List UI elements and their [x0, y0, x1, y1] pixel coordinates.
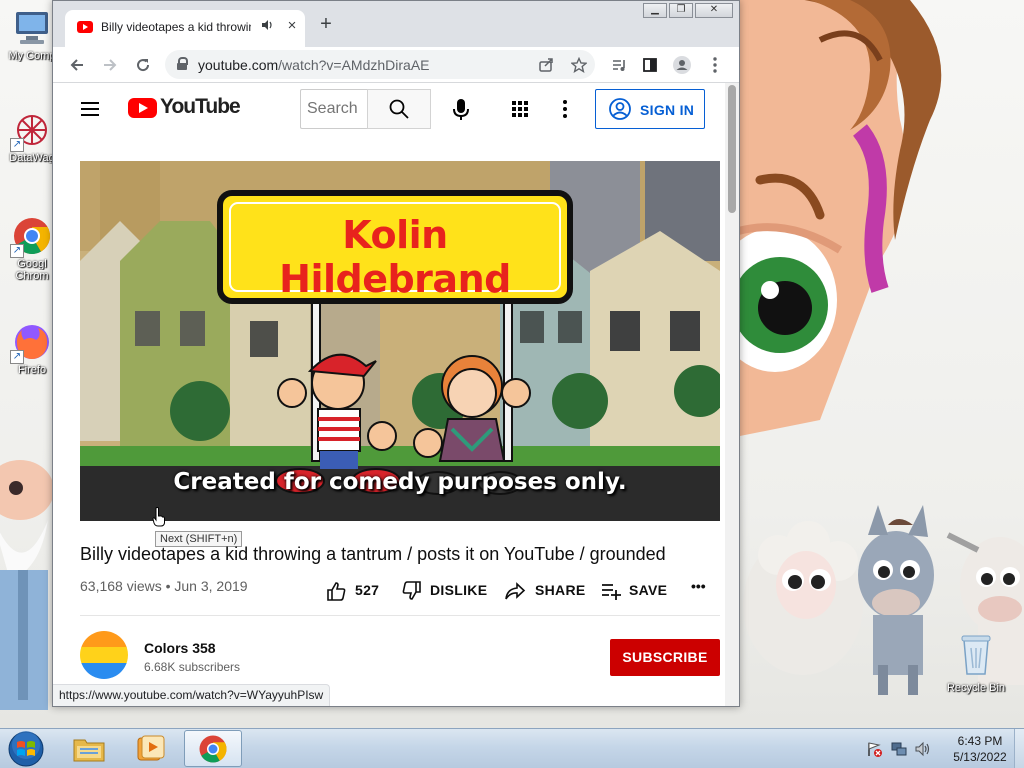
link-status-bubble: https://www.youtube.com/watch?v=WYayyuhP…	[53, 684, 331, 706]
taskbar-explorer-button[interactable]	[60, 730, 118, 767]
scrollbar-thumb[interactable]	[728, 85, 736, 213]
chrome-icon: ↗	[10, 216, 52, 258]
url-host: youtube.com	[198, 57, 279, 73]
audio-playing-icon[interactable]	[261, 19, 273, 34]
dislike-button[interactable]: DISLIKE	[401, 580, 491, 600]
youtube-favicon-icon	[77, 21, 93, 33]
like-count: 527	[355, 582, 380, 598]
minimize-button[interactable]: ▁	[643, 3, 667, 18]
voice-search-button[interactable]	[445, 93, 477, 125]
browser-toolbar: youtube.com/watch?v=AMdzhDiraAE	[53, 47, 739, 83]
chrome-menu-icon[interactable]	[703, 53, 727, 77]
start-button[interactable]	[6, 730, 46, 768]
share-label: SHARE	[535, 582, 586, 598]
profile-avatar-icon[interactable]	[670, 53, 694, 77]
page-scrollbar[interactable]	[725, 83, 739, 706]
tab-strip: Billy videotapes a kid throwing a tantru…	[53, 1, 739, 47]
wallpaper-cartoon-girl	[713, 0, 942, 440]
thumbs-down-icon	[402, 581, 421, 600]
windows-orb-icon	[8, 731, 44, 767]
taskbar: 6:43 PM 5/13/2022	[0, 728, 1024, 768]
subscriber-count: 6.68K subscribers	[144, 660, 241, 674]
search-icon	[389, 99, 409, 119]
chrome-icon	[199, 735, 227, 763]
shortcut-arrow-icon: ↗	[10, 350, 24, 364]
share-arrow-icon	[505, 582, 526, 600]
thumbs-up-icon	[327, 582, 346, 601]
action-center-flag-icon[interactable]	[866, 741, 882, 757]
video-views-date: 63,168 views • Jun 3, 2019	[80, 578, 248, 594]
microphone-icon	[453, 99, 469, 120]
url-text: youtube.com/watch?v=AMdzhDiraAE	[198, 57, 430, 73]
folder-icon	[73, 739, 105, 762]
computer-icon	[12, 8, 52, 48]
forward-arrow-icon[interactable]	[98, 53, 122, 77]
clock-time[interactable]: 6:43 PM	[950, 734, 1010, 748]
datawag-icon: ↗	[10, 110, 52, 152]
show-desktop-button[interactable]	[1014, 729, 1024, 768]
video-player[interactable]: Kolin Hildebrand Created for comedy purp…	[80, 161, 720, 521]
minimize-icon: ▁	[651, 4, 659, 15]
url-path: /watch?v=AMdzhDiraAE	[278, 57, 430, 73]
save-label: SAVE	[629, 582, 668, 598]
video-caption: Created for comedy purposes only.	[173, 469, 627, 495]
subscribe-button[interactable]: SUBSCRIBE	[610, 639, 720, 676]
dislike-label: DISLIKE	[430, 582, 488, 598]
share-button[interactable]: SHARE	[504, 580, 586, 600]
close-window-button[interactable]: ✕	[695, 3, 733, 18]
volume-icon[interactable]	[915, 741, 931, 757]
hand-cursor-icon	[152, 507, 165, 527]
save-button[interactable]: SAVE	[600, 580, 670, 600]
youtube-logo-text: YouTube	[160, 95, 241, 118]
channel-avatar[interactable]	[80, 631, 128, 679]
youtube-page: YouTube SIGN IN	[53, 83, 739, 706]
youtube-apps-grid-icon[interactable]	[508, 97, 532, 121]
firefox-icon: ↗	[10, 322, 52, 364]
close-tab-icon[interactable]: ×	[283, 17, 301, 35]
sign-in-label: SIGN IN	[640, 102, 695, 118]
hamburger-menu-icon[interactable]	[81, 99, 103, 117]
shortcut-arrow-icon: ↗	[10, 138, 24, 152]
like-button[interactable]: 527	[325, 580, 385, 601]
taskbar-media-player-button[interactable]	[122, 730, 180, 767]
more-actions-button[interactable]: •••	[689, 578, 713, 600]
sign-in-button[interactable]: SIGN IN	[595, 89, 705, 129]
back-arrow-icon[interactable]	[65, 53, 89, 77]
media-controls-icon[interactable]	[607, 53, 631, 77]
settings-more-icon[interactable]	[553, 97, 577, 121]
address-bar[interactable]: youtube.com/watch?v=AMdzhDiraAE	[165, 50, 595, 79]
wallpaper-cartoon-santa	[0, 460, 54, 710]
close-window-icon: ✕	[709, 4, 719, 15]
video-title: Billy videotapes a kid throwing a tantru…	[80, 544, 666, 564]
more-actions-icon: •••	[691, 578, 706, 594]
new-tab-button[interactable]: +	[315, 14, 337, 36]
search-input[interactable]	[300, 89, 368, 129]
media-player-icon	[137, 735, 165, 761]
taskbar-chrome-button[interactable]	[184, 730, 242, 767]
account-circle-icon	[609, 98, 631, 120]
restore-icon: ❐	[676, 4, 686, 15]
lock-icon[interactable]	[177, 57, 188, 71]
channel-name[interactable]: Colors 358	[144, 640, 216, 656]
restore-button[interactable]: ❐	[669, 3, 693, 18]
add-to-playlist-icon	[602, 584, 621, 600]
desktop-icon-recycle-bin[interactable]: Recycle Bin	[944, 632, 1008, 696]
network-icon[interactable]	[891, 741, 907, 757]
reload-icon[interactable]	[131, 53, 155, 77]
shortcut-arrow-icon: ↗	[10, 244, 24, 258]
bookmark-star-icon[interactable]	[569, 55, 589, 75]
browser-tab[interactable]: Billy videotapes a kid throwing a tantru…	[65, 10, 305, 47]
chrome-window: Billy videotapes a kid throwing a tantru…	[52, 0, 740, 707]
tab-title: Billy videotapes a kid throwing a tantru…	[101, 20, 251, 34]
recycle-bin-label: Recycle Bin	[946, 682, 1006, 694]
youtube-header: YouTube SIGN IN	[53, 83, 725, 137]
video-banner-text: Kolin Hildebrand	[279, 213, 511, 301]
side-panel-icon[interactable]	[638, 53, 662, 77]
divider	[80, 615, 720, 616]
share-page-icon[interactable]	[536, 55, 556, 75]
search-button[interactable]	[367, 89, 431, 129]
clock-date[interactable]: 5/13/2022	[942, 750, 1018, 764]
youtube-play-logo-icon	[128, 98, 157, 118]
recycle-bin-icon	[961, 635, 991, 675]
